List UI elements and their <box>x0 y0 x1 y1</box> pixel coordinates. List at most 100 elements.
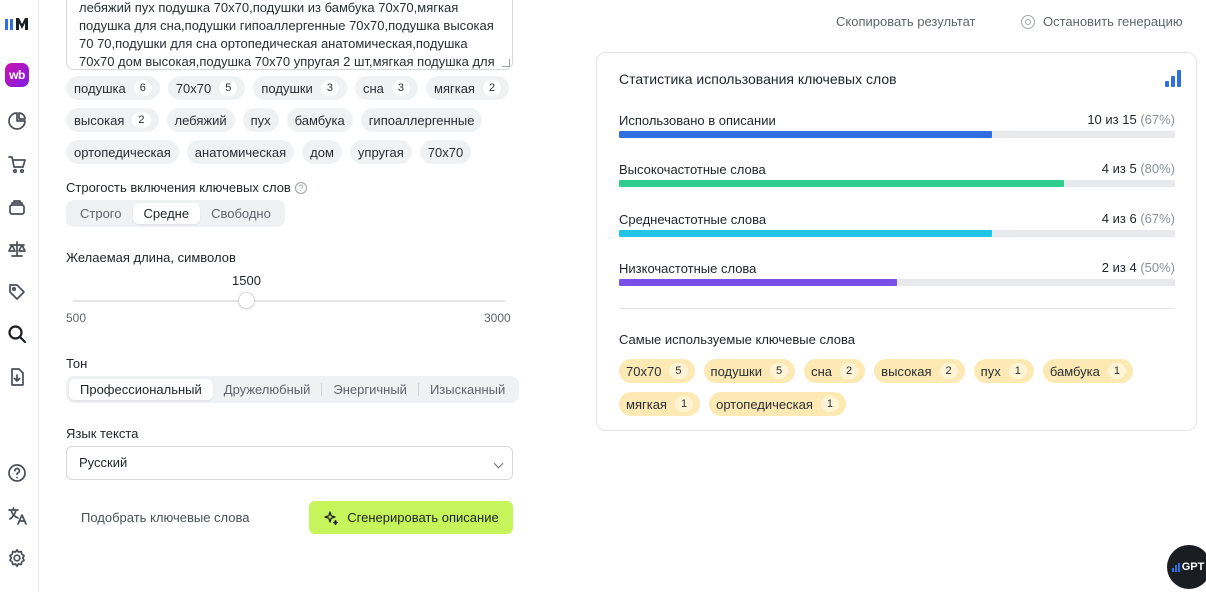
stat-name: Использовано в описании <box>619 113 776 128</box>
strictness-option-medium[interactable]: Средне <box>132 203 201 224</box>
top-keyword-chip: ортопедическая 1 <box>709 392 847 416</box>
keyword-chip: подушка 6 <box>66 76 160 100</box>
app-logo-icon[interactable] <box>4 12 30 36</box>
chip-count: 1 <box>1008 363 1027 379</box>
chip-text: пух <box>980 363 1001 379</box>
gear-icon[interactable] <box>5 546 29 570</box>
chip-count: 2 <box>482 80 502 96</box>
keyword-chip: ортопедическая <box>66 140 179 164</box>
length-slider-track[interactable] <box>73 300 505 302</box>
keyword-chip: гипоаллергенные <box>360 108 483 132</box>
top-keyword-chip: сна 2 <box>804 359 866 383</box>
copy-result-label: Скопировать результат <box>836 14 976 29</box>
tone-option-energetic[interactable]: Энергичный <box>322 379 418 400</box>
length-max: 3000 <box>484 311 511 325</box>
language-select[interactable]: Русский <box>66 446 513 480</box>
tag-icon[interactable] <box>5 280 29 304</box>
tone-option-refined[interactable]: Изысканный <box>419 379 516 400</box>
keyword-chip: высокая 2 <box>66 108 159 132</box>
stat-value: 4 из 5 (80%) <box>1102 161 1175 176</box>
language-value: Русский <box>79 455 128 470</box>
help-circle-icon[interactable]: ? <box>294 182 307 194</box>
bar-chart-icon <box>1165 70 1183 87</box>
stat-used: 2 из 4 <box>1101 260 1137 275</box>
divider <box>619 308 1175 309</box>
length-slider-thumb[interactable] <box>238 292 255 309</box>
pick-keywords-button[interactable]: Подобрать ключевые слова <box>70 501 261 534</box>
stat-pct: (67%) <box>1140 112 1175 127</box>
stat-row-medium: Среднечастотные слова 4 из 6 (67%) <box>619 211 1175 237</box>
stats-title: Статистика использования ключевых слов <box>619 71 897 87</box>
strictness-label-text: Строгость включения ключевых слов <box>66 180 291 195</box>
keyword-chip: 70х70 5 <box>167 76 246 100</box>
help-icon[interactable] <box>5 461 29 485</box>
keyword-chip: пух <box>242 108 279 132</box>
chip-count: 5 <box>219 80 238 96</box>
chip-count: 3 <box>391 80 410 96</box>
keywords-text: лебяжий пух подушка 70х70,подушки из бам… <box>79 0 495 69</box>
import-icon[interactable] <box>5 365 29 389</box>
top-keyword-chip: пух 1 <box>973 359 1034 383</box>
chip-text: 70х70 <box>175 80 212 96</box>
stop-generation-label: Остановить генерацию <box>1043 14 1183 29</box>
chip-text: сна <box>362 80 384 96</box>
resize-handle[interactable] <box>502 59 510 67</box>
chip-count: 2 <box>840 363 859 379</box>
chip-count: 1 <box>674 396 694 412</box>
length-min: 500 <box>66 311 87 325</box>
chevron-down-icon <box>493 458 504 469</box>
tone-option-professional[interactable]: Профессиональный <box>69 379 213 400</box>
stop-icon <box>1021 14 1035 29</box>
gpt-bars-icon <box>1171 562 1180 572</box>
chip-row: ортопедическая анатомическая дом упругая… <box>66 140 516 164</box>
chip-row: подушка 6 70х70 5 подушки 3 сна 3 мягкая 2 <box>66 76 516 100</box>
chip-count: 1 <box>820 396 840 412</box>
strictness-option-free[interactable]: Свободно <box>200 203 282 224</box>
keyword-stats-card: Статистика использования ключевых слов И… <box>596 52 1197 431</box>
top-keyword-chip: высокая 2 <box>874 359 965 383</box>
stat-bar-fill <box>619 230 992 237</box>
stat-bar <box>619 279 1175 286</box>
chip-text: бамбука <box>1049 363 1100 379</box>
search-icon[interactable] <box>5 322 29 346</box>
translate-icon[interactable] <box>5 504 29 528</box>
stop-generation-button[interactable]: Остановить генерацию <box>1021 14 1183 29</box>
keyword-chip: бамбука <box>286 108 353 132</box>
stat-bar-fill <box>619 279 897 286</box>
sparkle-icon <box>324 510 339 525</box>
generate-description-button[interactable]: Сгенерировать описание <box>309 501 513 534</box>
top-keyword-chip: бамбука 1 <box>1042 359 1134 383</box>
stat-name: Низкочастотные слова <box>619 261 757 276</box>
chip-text: мягкая <box>434 80 475 96</box>
analytics-icon[interactable] <box>5 109 29 133</box>
chip-text: мягкая <box>626 396 667 412</box>
chip-text: подушка <box>74 80 126 96</box>
stat-bar-fill <box>619 180 1064 187</box>
chip-count: 5 <box>770 363 789 379</box>
chip-row: высокая 2 лебяжий пух бамбука гипоаллерге… <box>66 108 516 132</box>
stack-icon[interactable] <box>5 195 29 219</box>
gpt-assistant-button[interactable]: GPT <box>1167 545 1206 589</box>
stat-pct: (50%) <box>1140 260 1175 275</box>
stat-pct: (80%) <box>1140 161 1175 176</box>
keyword-chip: подушки 3 <box>253 76 347 100</box>
stat-used: 4 из 6 <box>1101 211 1137 226</box>
chip-text: высокая <box>74 112 125 128</box>
keyword-chip: сна 3 <box>354 76 418 100</box>
cart-icon[interactable] <box>5 152 29 176</box>
keywords-textarea[interactable]: лебяжий пух подушка 70х70,подушки из бам… <box>66 0 513 70</box>
stat-name: Среднечастотные слова <box>619 212 767 227</box>
wildberries-icon[interactable]: wb <box>5 63 29 87</box>
tone-option-friendly[interactable]: Дружелюбный <box>213 379 322 400</box>
top-keyword-chip: мягкая 1 <box>619 392 701 416</box>
stat-bar <box>619 180 1175 187</box>
scales-icon[interactable] <box>5 237 29 261</box>
chip-count: 2 <box>939 363 958 379</box>
stat-used: 10 из 15 <box>1087 112 1137 127</box>
strictness-label: Строгость включения ключевых слов? <box>66 180 307 195</box>
copy-result-button[interactable]: Скопировать результат <box>836 14 976 29</box>
chip-text: сна <box>811 363 833 379</box>
stat-bar <box>619 131 1175 138</box>
stat-row-high: Высокочастотные слова 4 из 5 (80%) <box>619 161 1175 187</box>
strictness-option-strict[interactable]: Строго <box>69 203 133 224</box>
